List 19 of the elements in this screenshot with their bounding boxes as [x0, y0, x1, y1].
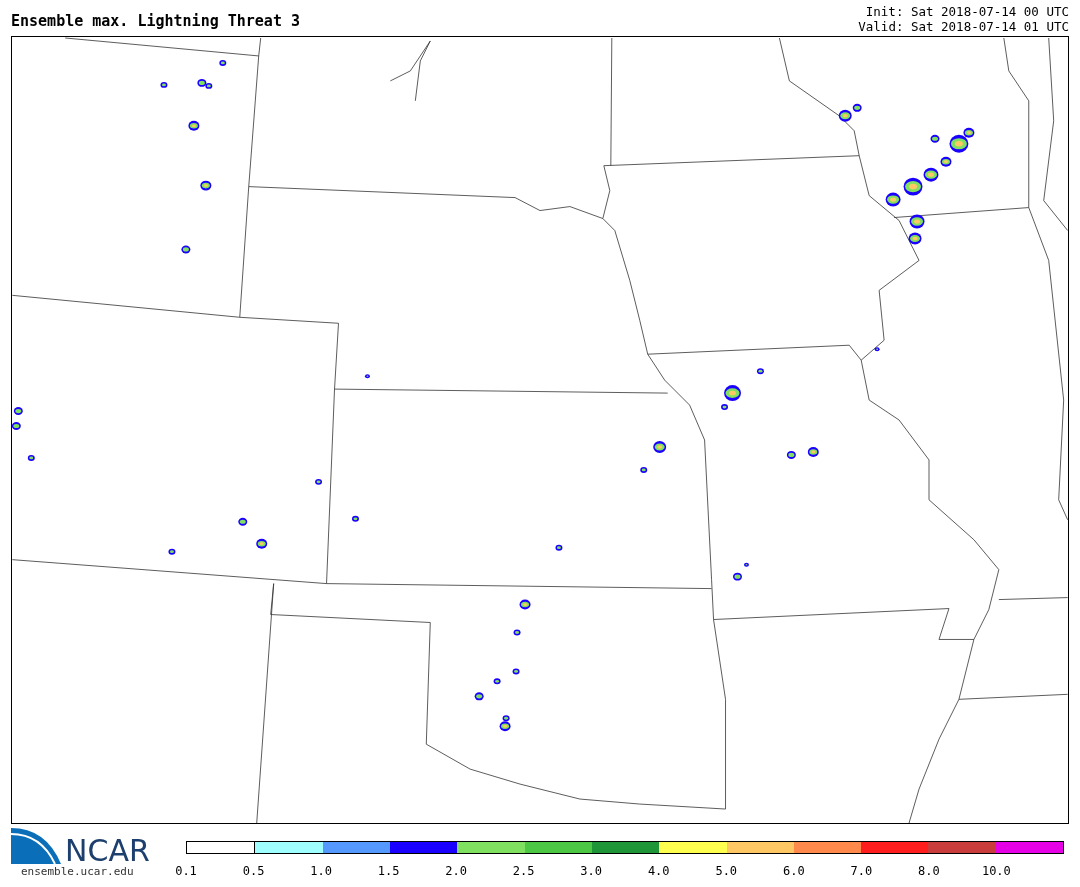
scale-label: 5.0 — [715, 863, 738, 880]
scale-label: 4.0 — [647, 863, 670, 880]
scale-label: 6.0 — [782, 863, 805, 880]
scale-label: 1.5 — [377, 863, 400, 880]
logo-text: NCAR — [65, 836, 150, 866]
logo-url: ensemble.ucar.edu — [21, 866, 135, 878]
init-time: Init: Sat 2018-07-14 00 UTC — [865, 4, 1069, 19]
scale-label: 1.0 — [310, 863, 332, 880]
scale-label: 2.0 — [445, 863, 467, 880]
valid-time: Valid: Sat 2018-07-14 01 UTC — [858, 19, 1069, 34]
logo-icon — [11, 826, 63, 866]
map-title: Ensemble max. Lightning Threat 3 — [11, 11, 300, 32]
scale-label: 2.5 — [512, 863, 535, 880]
scale-label: 0.5 — [242, 863, 265, 880]
scale-label: 7.0 — [850, 863, 873, 880]
scale-label: 3.0 — [580, 863, 603, 880]
scale-label: 10.0 — [981, 863, 1011, 880]
scale-label: 8.0 — [918, 863, 940, 880]
scale-label: 0.1 — [175, 863, 197, 880]
